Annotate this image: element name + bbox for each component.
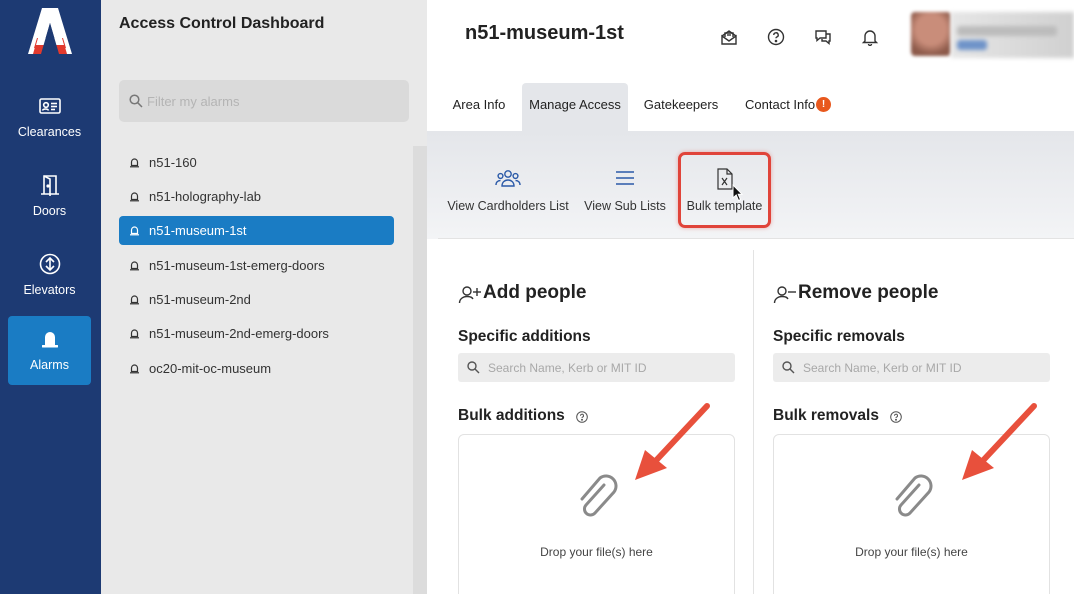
alarm-icon — [41, 332, 58, 348]
list-icon — [616, 171, 634, 185]
bulk-additions-label: Bulk additions — [458, 407, 565, 424]
alarm-icon — [130, 158, 139, 168]
nav-label: Elevators — [23, 283, 76, 297]
alarm-item[interactable]: n51-160 — [119, 148, 394, 177]
specific-additions-label: Specific additions — [458, 328, 591, 345]
chat-icon[interactable] — [814, 28, 832, 46]
alarm-name: n51-museum-1st — [149, 223, 247, 238]
tab-label: Area Info — [452, 97, 506, 112]
alarm-name: n51-museum-2nd-emerg-doors — [149, 326, 329, 341]
bulk-removals-label: Bulk removals — [773, 407, 879, 424]
tab-area-info[interactable]: Area Info — [444, 83, 514, 131]
add-search-input[interactable] — [488, 353, 728, 382]
filter-box — [119, 80, 409, 122]
elevator-icon — [39, 253, 60, 275]
search-icon — [782, 361, 795, 374]
panel-title: Access Control Dashboard — [119, 15, 325, 32]
user-menu[interactable] — [951, 12, 1074, 58]
mail-icon[interactable] — [720, 28, 738, 46]
bell-icon[interactable] — [861, 28, 879, 46]
paperclip-icon — [580, 474, 618, 517]
person-remove-icon — [773, 286, 796, 304]
alarm-name: n51-holography-lab — [149, 189, 262, 204]
list-scrollbar[interactable] — [413, 146, 427, 594]
alarm-item[interactable]: n51-museum-2nd — [119, 285, 394, 314]
remove-search-input[interactable] — [803, 353, 1043, 382]
tab-bar: Area Info Manage Access Gatekeepers Cont… — [427, 83, 1074, 131]
annotation-highlight-box — [678, 152, 771, 228]
alarm-item-selected[interactable]: n51-museum-1st — [119, 216, 394, 245]
divider — [753, 250, 754, 594]
alarm-icon — [130, 261, 139, 271]
alarm-icon — [130, 226, 139, 236]
tab-label: Gatekeepers — [643, 97, 719, 112]
alarm-name: oc20-mit-oc-museum — [149, 361, 272, 376]
alarm-list-panel: Access Control Dashboard n51-160 n51-hol… — [101, 0, 427, 594]
alarm-icon — [130, 329, 139, 339]
nav-elevators[interactable]: Elevators — [8, 241, 91, 310]
alarm-item[interactable]: n51-holography-lab — [119, 182, 394, 211]
warning-badge: ! — [816, 97, 831, 112]
tool-label: View Sub Lists — [584, 199, 666, 213]
bulk-additions-dropzone[interactable]: Drop your file(s) here — [458, 434, 735, 594]
view-sub-lists-button[interactable]: View Sub Lists — [582, 131, 668, 239]
alarm-item[interactable]: oc20-mit-oc-museum — [119, 354, 394, 383]
main-area: n51-museum-1st Area Info Manage Access G… — [427, 0, 1074, 594]
nav-label: Alarms — [30, 358, 69, 372]
page-title: n51-museum-1st — [465, 22, 624, 44]
drop-text: Drop your file(s) here — [540, 545, 653, 559]
alarm-name: n51-160 — [149, 155, 197, 170]
tool-label: View Cardholders List — [447, 199, 569, 213]
bulk-removals-dropzone[interactable]: Drop your file(s) here — [773, 434, 1050, 594]
tab-contact-info[interactable]: Contact Info ! — [737, 83, 843, 131]
specific-removals-label: Specific removals — [773, 328, 905, 345]
help-icon[interactable] — [767, 28, 785, 46]
filter-input[interactable] — [147, 80, 397, 122]
tab-manage-access[interactable]: Manage Access — [522, 83, 628, 131]
drop-text: Drop your file(s) here — [855, 545, 968, 559]
divider — [438, 238, 1074, 239]
search-icon — [467, 361, 480, 374]
view-cardholders-button[interactable]: View Cardholders List — [447, 131, 569, 239]
help-icon[interactable] — [576, 411, 588, 423]
alarm-name: n51-museum-2nd — [149, 292, 251, 307]
alarm-icon — [130, 192, 139, 202]
nav-rail: Clearances Doors Elevators Alarms — [0, 0, 101, 594]
person-add-icon — [458, 286, 481, 304]
nav-clearances[interactable]: Clearances — [8, 83, 91, 152]
alarm-name: n51-museum-1st-emerg-doors — [149, 258, 325, 273]
search-icon — [129, 94, 143, 108]
remove-people-title: Remove people — [798, 282, 939, 303]
paperclip-icon — [895, 474, 933, 517]
help-icon[interactable] — [890, 411, 902, 423]
app-logo[interactable] — [28, 8, 72, 54]
nav-label: Doors — [32, 204, 67, 218]
nav-alarms[interactable]: Alarms — [8, 316, 91, 385]
tab-gatekeepers[interactable]: Gatekeepers — [637, 83, 725, 131]
door-icon — [40, 175, 59, 196]
alarm-icon — [130, 295, 139, 305]
alarm-item[interactable]: n51-museum-2nd-emerg-doors — [119, 319, 394, 348]
nav-label: Clearances — [17, 125, 82, 139]
add-people-title: Add people — [483, 282, 587, 303]
remove-search-box — [773, 353, 1050, 382]
avatar[interactable] — [911, 12, 951, 56]
alarm-icon — [130, 364, 139, 374]
alarm-item[interactable]: n51-museum-1st-emerg-doors — [119, 251, 394, 280]
people-group-icon — [495, 170, 521, 187]
nav-doors[interactable]: Doors — [8, 162, 91, 231]
id-card-icon — [38, 98, 61, 114]
add-search-box — [458, 353, 735, 382]
tab-label: Manage Access — [529, 97, 621, 112]
